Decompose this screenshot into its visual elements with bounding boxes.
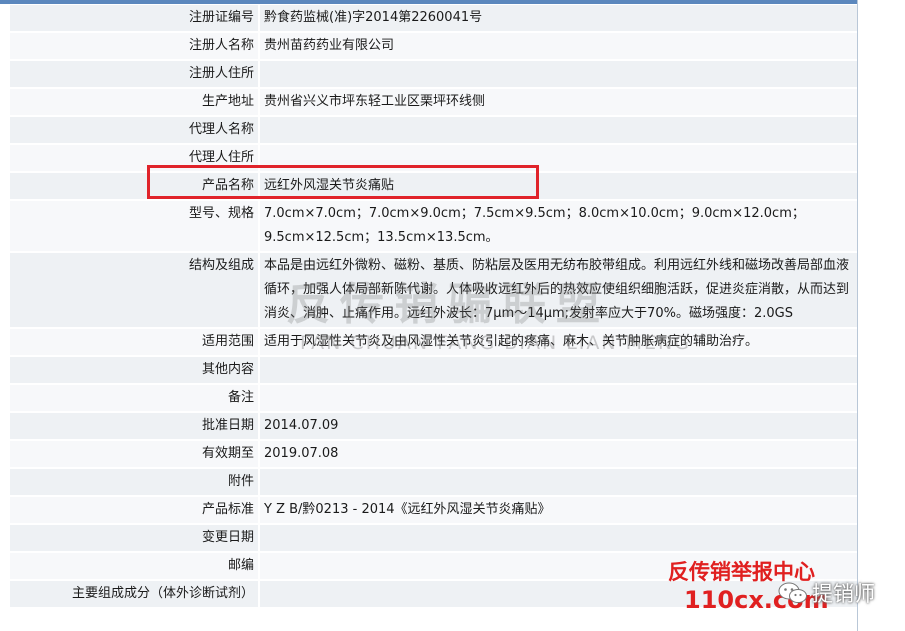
- highlight-box: [147, 165, 539, 199]
- table-row: 适用范围 适用于风湿性关节炎及由风湿性关节炎引起的疼痛、麻木、关节肿胀病症的辅助…: [10, 329, 857, 357]
- row-label: 变更日期: [10, 525, 258, 551]
- row-value: 7.0cm×7.0cm；7.0cm×9.0cm；7.5cm×9.5cm；8.0c…: [260, 201, 857, 251]
- registration-table: 注册证编号 黔食药监械(准)字2014第2260041号 注册人名称 贵州苗药药…: [10, 5, 857, 609]
- row-label: 注册人住所: [10, 61, 258, 87]
- row-label: 型号、规格: [10, 201, 258, 251]
- row-value: 黔食药监械(准)字2014第2260041号: [260, 5, 857, 31]
- row-value: 2014.07.09: [260, 413, 857, 439]
- brand-badge: 提销师: [778, 578, 875, 608]
- table-row: 产品标准 Y Z B/黔0213 - 2014《远红外风湿关节炎痛贴》: [10, 497, 857, 525]
- row-label: 注册人名称: [10, 33, 258, 59]
- table-row: 变更日期: [10, 525, 857, 553]
- row-label: 主要组成成分（体外诊断试剂）: [10, 581, 258, 607]
- row-label: 附件: [10, 469, 258, 495]
- table-row: 生产地址 贵州省兴义市坪东轻工业区栗坪环线侧: [10, 89, 857, 117]
- row-value: 贵州省兴义市坪东轻工业区栗坪环线侧: [260, 89, 857, 115]
- row-value: 适用于风湿性关节炎及由风湿性关节炎引起的疼痛、麻木、关节肿胀病症的辅助治疗。: [260, 329, 857, 355]
- row-label: 其他内容: [10, 357, 258, 383]
- table-row: 其他内容: [10, 357, 857, 385]
- row-label: 有效期至: [10, 441, 258, 467]
- row-label: 生产地址: [10, 89, 258, 115]
- row-value: 本品是由远红外微粉、磁粉、基质、防粘层及医用无纺布胶带组成。利用远红外线和磁场改…: [260, 253, 857, 327]
- table-row: 批准日期 2014.07.09: [10, 413, 857, 441]
- row-label: 注册证编号: [10, 5, 258, 31]
- row-label: 批准日期: [10, 413, 258, 439]
- table-row: 型号、规格 7.0cm×7.0cm；7.0cm×9.0cm；7.5cm×9.5c…: [10, 201, 857, 253]
- top-border: [0, 0, 857, 4]
- table-row: 注册人名称 贵州苗药药业有限公司: [10, 33, 857, 61]
- table-row: 附件: [10, 469, 857, 497]
- table-row: 结构及组成 本品是由远红外微粉、磁粉、基质、防粘层及医用无纺布胶带组成。利用远红…: [10, 253, 857, 329]
- table-row: 备注: [10, 385, 857, 413]
- row-label: 结构及组成: [10, 253, 258, 327]
- brand-name: 提销师: [812, 582, 875, 606]
- row-label: 备注: [10, 385, 258, 411]
- row-value: [260, 385, 857, 411]
- row-value: [260, 469, 857, 495]
- row-value: [260, 61, 857, 87]
- table-row: 注册人住所: [10, 61, 857, 89]
- row-value: [260, 357, 857, 383]
- row-value: Y Z B/黔0213 - 2014《远红外风湿关节炎痛贴》: [260, 497, 857, 523]
- row-label: 适用范围: [10, 329, 258, 355]
- row-value: [260, 117, 857, 143]
- row-value: 贵州苗药药业有限公司: [260, 33, 857, 59]
- right-border: [857, 0, 858, 631]
- table-row: 注册证编号 黔食药监械(准)字2014第2260041号: [10, 5, 857, 33]
- table-row: 代理人名称: [10, 117, 857, 145]
- row-value: 2019.07.08: [260, 441, 857, 467]
- row-value: [260, 525, 857, 551]
- row-label: 邮编: [10, 553, 258, 579]
- row-label: 代理人名称: [10, 117, 258, 143]
- table-row: 有效期至 2019.07.08: [10, 441, 857, 469]
- row-label: 产品标准: [10, 497, 258, 523]
- wechat-icon: [778, 582, 807, 603]
